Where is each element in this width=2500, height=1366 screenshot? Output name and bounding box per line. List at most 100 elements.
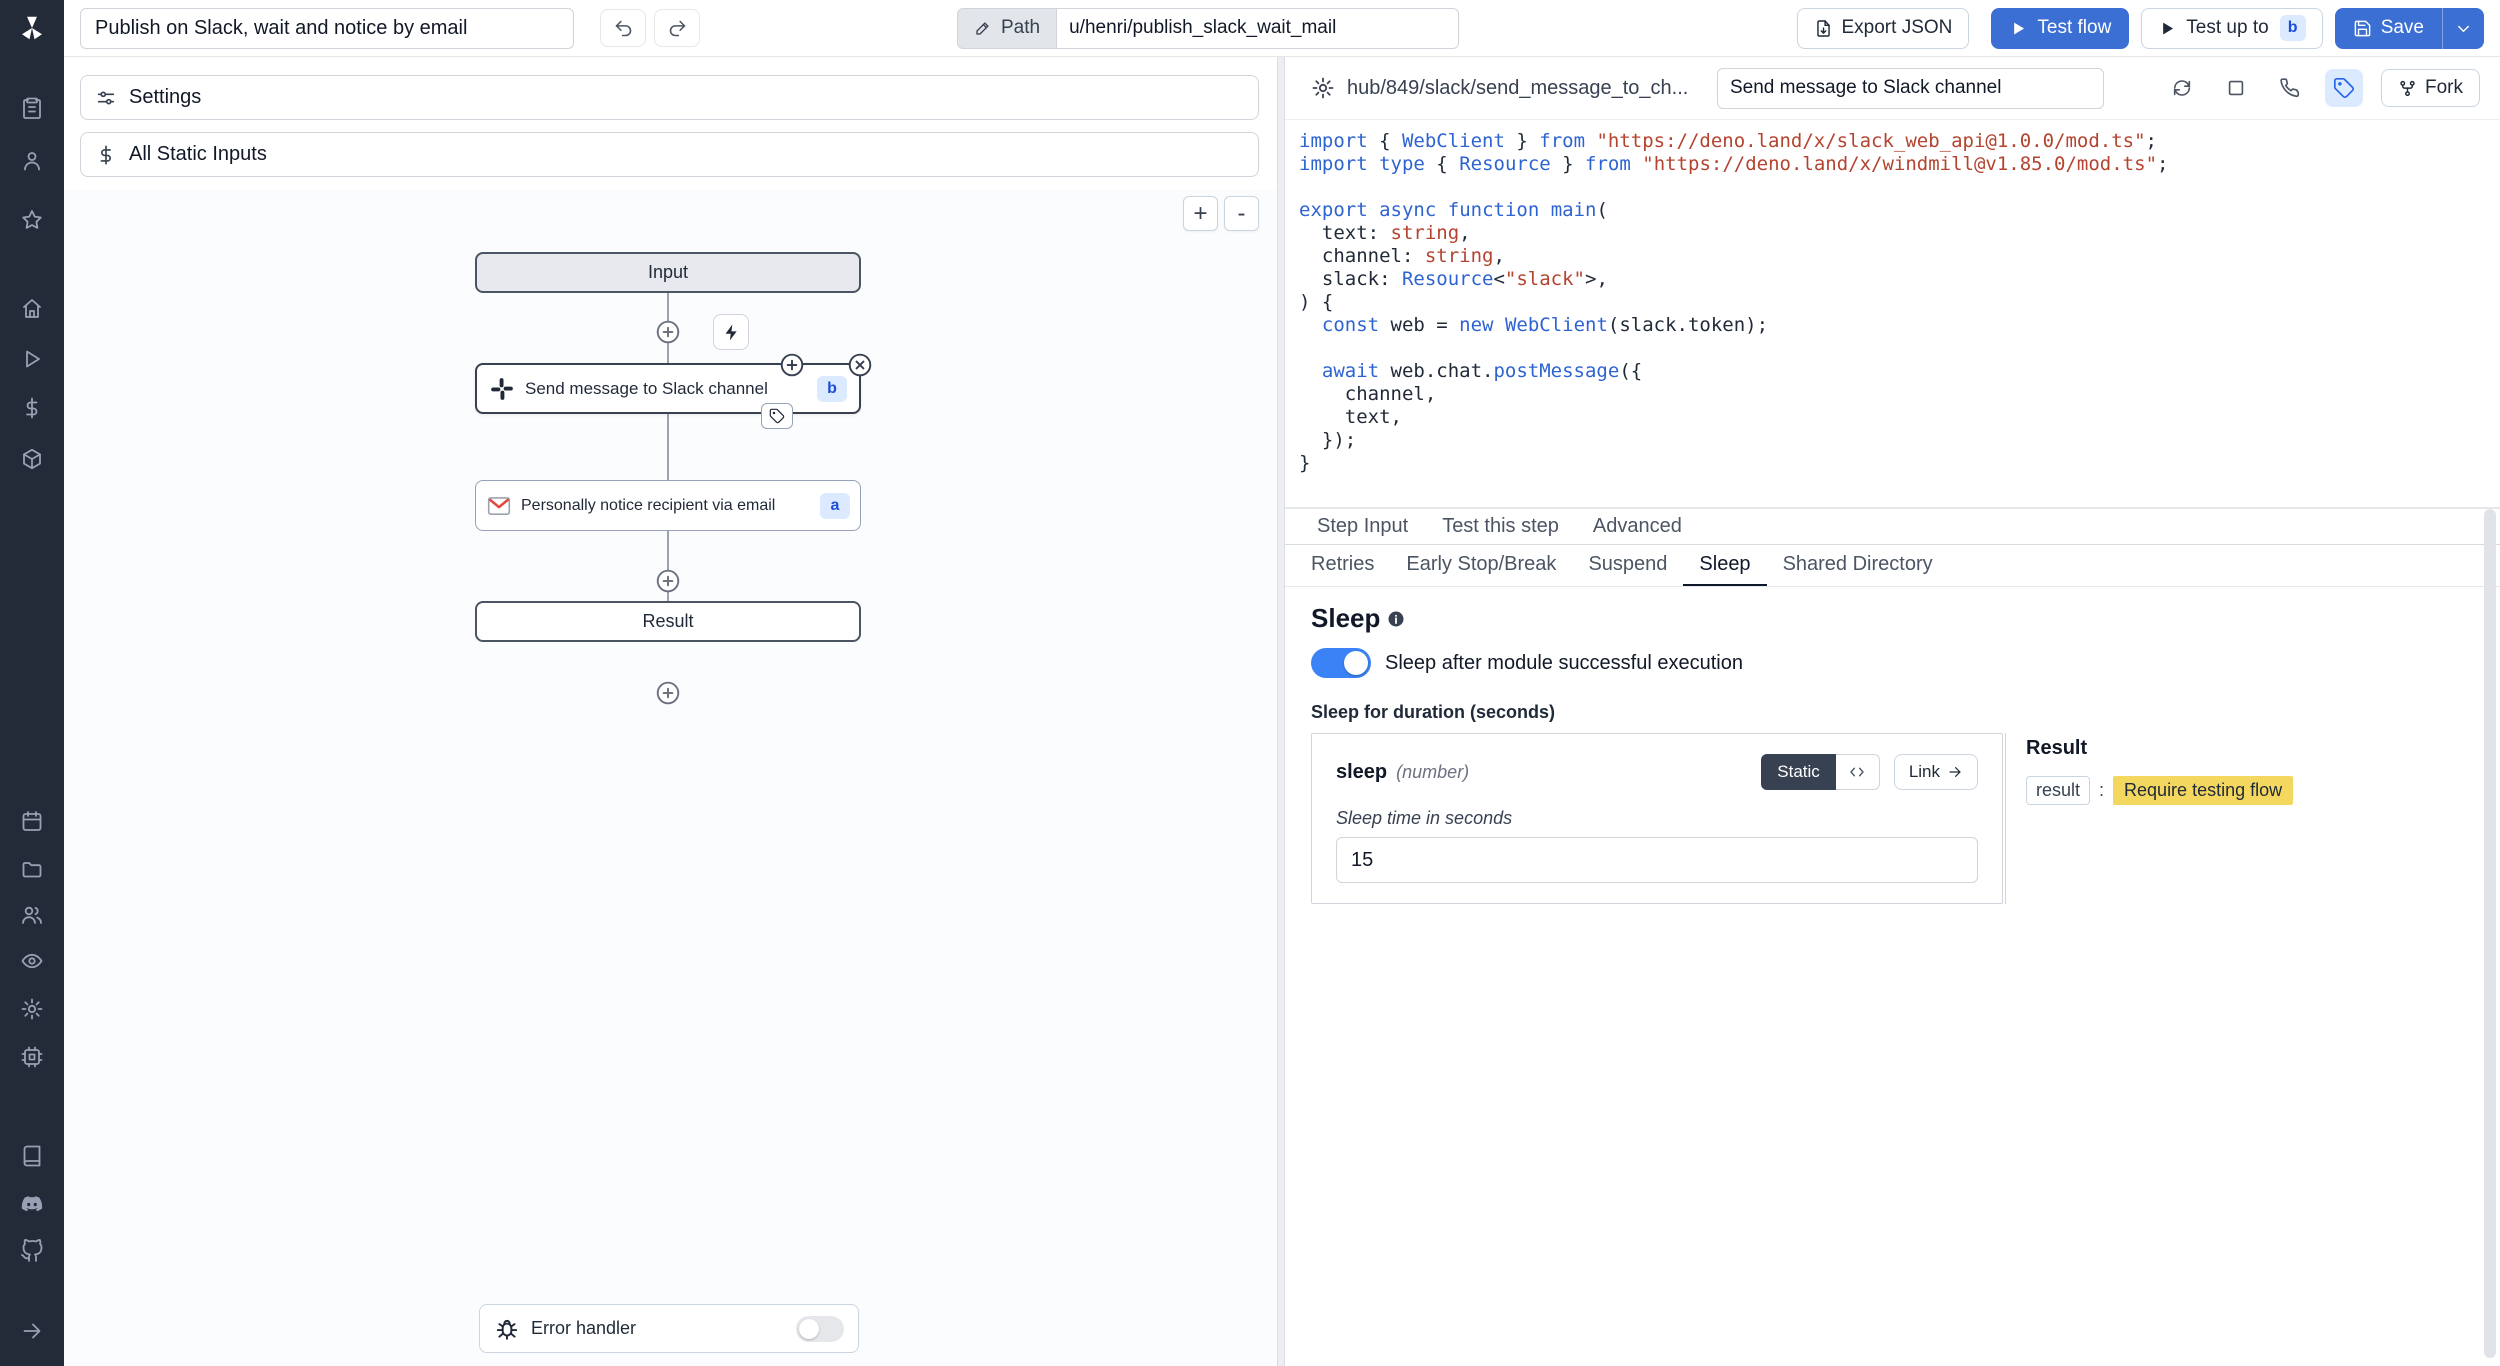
sleep-field-box: sleep (number) Static Link [1311, 733, 2003, 904]
export-json-button[interactable]: Export JSON [1797, 8, 1970, 49]
redo-button[interactable] [654, 9, 700, 47]
main-content: Settings All Static Inputs + - Input [64, 57, 2500, 1366]
maximize-button[interactable] [2217, 69, 2255, 107]
path-button[interactable]: Path [957, 8, 1057, 49]
code-line: ) { [1299, 291, 2500, 314]
tab-sleep[interactable]: Sleep [1683, 545, 1766, 586]
step-name-input[interactable] [1717, 68, 2104, 109]
discord-icon[interactable] [0, 1187, 64, 1221]
cpu-icon[interactable] [0, 1040, 64, 1074]
scrollbar-thumb[interactable] [2484, 509, 2496, 1358]
link-button[interactable]: Link [1894, 754, 1978, 790]
save-dropdown-button[interactable] [2442, 8, 2484, 49]
sleep-duration-label: Sleep for duration (seconds) [1311, 702, 2474, 723]
tab-retries[interactable]: Retries [1295, 545, 1390, 586]
zoom-out-button[interactable]: - [1224, 196, 1259, 231]
hub-script-path[interactable]: hub/849/slack/send_message_to_ch... [1347, 77, 1695, 100]
code-line: import type { Resource } from "https://d… [1299, 153, 2500, 176]
tab-step-input[interactable]: Step Input [1317, 515, 1408, 538]
field-name: sleep [1336, 761, 1387, 784]
github-icon[interactable] [0, 1234, 64, 1268]
node-tag-button[interactable] [761, 403, 793, 429]
tab-test-this-step[interactable]: Test this step [1442, 515, 1559, 538]
circle-plus-icon [655, 680, 681, 706]
play-icon[interactable] [0, 342, 64, 376]
windmill-logo-icon[interactable] [0, 11, 64, 45]
add-step-button[interactable] [655, 319, 681, 345]
sleep-toggle-label: Sleep after module successful execution [1385, 652, 1743, 675]
error-handler-toggle[interactable] [796, 1316, 844, 1342]
static-inputs-bar[interactable]: All Static Inputs [80, 132, 1259, 177]
call-button[interactable] [2271, 69, 2309, 107]
zoom-in-button[interactable]: + [1183, 196, 1218, 231]
tab-suspend[interactable]: Suspend [1572, 545, 1683, 586]
circle-close-icon [847, 352, 873, 378]
sliders-icon [95, 87, 117, 109]
remove-step-button[interactable] [847, 352, 873, 378]
sleep-toggle[interactable] [1311, 648, 1371, 678]
node-input[interactable]: Input [475, 252, 861, 293]
save-button[interactable]: Save [2335, 8, 2442, 49]
panel-resize-handle[interactable] [1277, 57, 1285, 1366]
tab-shared-directory[interactable]: Shared Directory [1767, 545, 1949, 586]
folder-icon[interactable] [0, 852, 64, 886]
file-download-icon [1814, 19, 1833, 38]
tag-view-button[interactable] [2325, 69, 2363, 107]
node-email-step[interactable]: Personally notice recipient via email a [475, 480, 861, 531]
result-title: Result [2026, 737, 2293, 760]
topbar: Path Export JSON Test flow Test up to b [64, 0, 2500, 57]
code-line: const web = new WebClient(slack.token); [1299, 314, 2500, 337]
node-label: Personally notice recipient via email [521, 497, 811, 515]
node-result[interactable]: Result [475, 601, 861, 642]
path-input[interactable] [1057, 8, 1459, 49]
book-icon[interactable] [0, 1139, 64, 1173]
tag-icon [2333, 77, 2355, 99]
user-icon[interactable] [0, 144, 64, 178]
flow-name-input[interactable] [80, 8, 574, 49]
info-icon[interactable] [1387, 610, 1405, 628]
tab-early-stop-break[interactable]: Early Stop/Break [1390, 545, 1572, 586]
undo-button[interactable] [600, 9, 646, 47]
flow-canvas[interactable]: + - Input Send message to Slack channel … [64, 190, 1277, 1366]
fork-button[interactable]: Fork [2381, 69, 2480, 107]
code-line: channel, [1299, 383, 2500, 406]
path-group: Path [957, 8, 1459, 49]
calendar-icon[interactable] [0, 804, 64, 838]
path-button-label: Path [1001, 17, 1040, 39]
node-add-button[interactable] [779, 352, 805, 378]
dollar-icon[interactable] [0, 391, 64, 425]
play-icon [2158, 19, 2177, 38]
clipboard-list-icon[interactable] [0, 91, 64, 125]
circle-plus-icon [655, 568, 681, 594]
step-editor-panel: hub/849/slack/send_message_to_ch... [1285, 57, 2500, 1366]
add-step-button[interactable] [655, 680, 681, 706]
static-mode-button[interactable]: Static [1761, 754, 1836, 790]
add-step-button[interactable] [655, 568, 681, 594]
test-flow-button[interactable]: Test flow [1991, 8, 2129, 49]
eye-icon[interactable] [0, 944, 64, 978]
star-icon[interactable] [0, 203, 64, 237]
node-error-handler[interactable]: Error handler [479, 1304, 859, 1353]
step-badge: b [2280, 15, 2306, 41]
test-up-to-button[interactable]: Test up to b [2141, 8, 2322, 49]
code-mode-button[interactable] [1836, 754, 1880, 790]
field-type: (number) [1396, 762, 1469, 783]
users-icon[interactable] [0, 898, 64, 932]
topbar-actions: Export JSON Test flow Test up to b Save [1797, 8, 2485, 49]
chevron-down-icon [2454, 19, 2473, 38]
home-icon[interactable] [0, 292, 64, 326]
tab-advanced[interactable]: Advanced [1593, 515, 1682, 538]
code-line: text: string, [1299, 222, 2500, 245]
gear-icon[interactable] [0, 992, 64, 1026]
result-value: Require testing flow [2113, 776, 2293, 805]
result-preview: Result result : Require testing flow [2006, 733, 2293, 904]
windmill-app: Path Export JSON Test flow Test up to b [0, 0, 2500, 1366]
arrow-right-icon[interactable] [0, 1314, 64, 1348]
trigger-button[interactable] [713, 314, 749, 350]
code-editor[interactable]: import { WebClient } from "https://deno.… [1285, 120, 2500, 507]
reload-button[interactable] [2163, 69, 2201, 107]
settings-bar[interactable]: Settings [80, 75, 1259, 120]
gmail-icon [486, 493, 512, 519]
cube-icon[interactable] [0, 442, 64, 476]
sleep-seconds-input[interactable] [1336, 837, 1978, 883]
